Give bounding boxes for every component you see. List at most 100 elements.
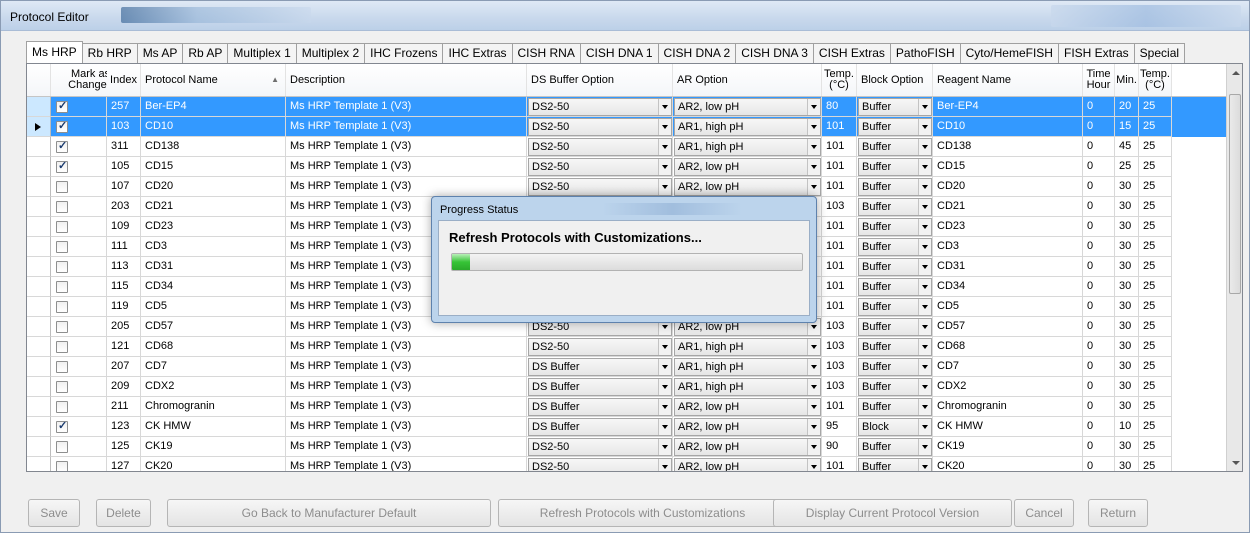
ar-option-dropdown[interactable]: AR2, low pH	[674, 418, 821, 436]
dropdown-arrow-icon[interactable]	[807, 99, 820, 115]
col-description[interactable]: Description	[286, 64, 527, 96]
block-option-dropdown[interactable]: Buffer	[858, 438, 932, 456]
tab-rb-ap[interactable]: Rb AP	[182, 43, 229, 63]
block-option-dropdown[interactable]: Buffer	[858, 458, 932, 471]
dropdown-arrow-icon[interactable]	[918, 119, 931, 135]
tab-cish-rna[interactable]: CISH RNA	[511, 43, 581, 63]
ds-option-dropdown[interactable]: DS2-50	[528, 178, 672, 196]
row-header[interactable]	[27, 437, 51, 457]
tab-cish-extras[interactable]: CISH Extras	[812, 43, 891, 63]
row-header[interactable]	[27, 217, 51, 237]
mark-changed-checkbox[interactable]	[56, 221, 68, 233]
ds-option-dropdown[interactable]: DS2-50	[528, 138, 672, 156]
return-button[interactable]: Return	[1088, 499, 1148, 527]
scroll-thumb[interactable]	[1229, 94, 1241, 294]
row-header[interactable]	[27, 357, 51, 377]
col-temp[interactable]: Temp. (°C)	[822, 64, 857, 96]
dropdown-arrow-icon[interactable]	[658, 99, 671, 115]
row-header[interactable]	[27, 457, 51, 471]
table-row[interactable]: 123CK HMWMs HRP Template 1 (V3)95CK HMW0…	[27, 417, 1226, 437]
ds-option-dropdown[interactable]: DS2-50	[528, 438, 672, 456]
mark-changed-checkbox[interactable]	[56, 261, 68, 273]
ds-option-dropdown[interactable]: DS2-50	[528, 338, 672, 356]
block-option-dropdown[interactable]: Buffer	[858, 398, 932, 416]
row-header[interactable]	[27, 237, 51, 257]
block-option-dropdown[interactable]: Buffer	[858, 198, 932, 216]
ar-option-dropdown[interactable]: AR2, low pH	[674, 158, 821, 176]
dropdown-arrow-icon[interactable]	[807, 459, 820, 471]
table-row[interactable]: 125 CK19 Ms HRP Template 1 (V3) 90 CK19 0 30 25…	[27, 437, 1226, 457]
block-option-dropdown[interactable]: Buffer	[858, 178, 932, 196]
cancel-button[interactable]: Cancel	[1014, 499, 1074, 527]
dropdown-arrow-icon[interactable]	[918, 239, 931, 255]
dropdown-arrow-icon[interactable]	[807, 419, 820, 435]
dropdown-arrow-icon[interactable]	[918, 439, 931, 455]
table-row[interactable]: 207 CD7 Ms HRP Template 1 (V3) 103 CD7 0 30 25 D…	[27, 357, 1226, 377]
ar-option-dropdown[interactable]: AR2, low pH	[674, 398, 821, 416]
mark-changed-checkbox[interactable]	[56, 381, 68, 393]
dropdown-arrow-icon[interactable]	[918, 399, 931, 415]
dropdown-arrow-icon[interactable]	[918, 159, 931, 175]
col-block-option[interactable]: Block Option	[857, 64, 933, 96]
dropdown-arrow-icon[interactable]	[918, 199, 931, 215]
save-button[interactable]: Save	[28, 499, 80, 527]
row-header[interactable]	[27, 317, 51, 337]
current-row-indicator-icon[interactable]	[27, 117, 51, 137]
dropdown-arrow-icon[interactable]	[807, 119, 820, 135]
table-row[interactable]: 105CD15Ms HRP Template 1 (V3)101CD150252…	[27, 157, 1226, 177]
block-option-dropdown[interactable]: Buffer	[858, 218, 932, 236]
mark-changed-checkbox[interactable]	[56, 361, 68, 373]
scroll-down-icon[interactable]	[1232, 461, 1240, 465]
dropdown-arrow-icon[interactable]	[658, 439, 671, 455]
dropdown-arrow-icon[interactable]	[658, 139, 671, 155]
row-header[interactable]	[27, 337, 51, 357]
mark-changed-checkbox[interactable]	[56, 99, 68, 113]
mark-changed-checkbox[interactable]	[56, 419, 68, 433]
ds-option-dropdown[interactable]: DS2-50	[528, 118, 672, 136]
dropdown-arrow-icon[interactable]	[918, 319, 931, 335]
go-back-to-default-button[interactable]: Go Back to Manufacturer Default	[167, 499, 491, 527]
dropdown-arrow-icon[interactable]	[807, 399, 820, 415]
col-ar-option[interactable]: AR Option	[673, 64, 822, 96]
block-option-dropdown[interactable]: Buffer	[858, 138, 932, 156]
dropdown-arrow-icon[interactable]	[658, 339, 671, 355]
display-protocol-version-button[interactable]: Display Current Protocol Version	[773, 499, 1012, 527]
block-option-dropdown[interactable]: Buffer	[858, 258, 932, 276]
tab-cyto-hemefish[interactable]: Cyto/HemeFISH	[959, 43, 1059, 63]
col-ds-buffer-option[interactable]: DS Buffer Option	[527, 64, 673, 96]
scroll-up-icon[interactable]	[1232, 71, 1240, 75]
row-header[interactable]	[27, 377, 51, 397]
tab-cish-dna-1[interactable]: CISH DNA 1	[579, 43, 659, 63]
mark-changed-checkbox[interactable]	[56, 321, 68, 333]
row-header[interactable]	[27, 157, 51, 177]
block-option-dropdown[interactable]: Buffer	[858, 298, 932, 316]
row-header[interactable]	[27, 197, 51, 217]
row-header[interactable]	[27, 397, 51, 417]
table-row[interactable]: 257Ber-EP4Ms HRP Template 1 (V3)80Ber-EP…	[27, 97, 1226, 117]
col-protocol-name[interactable]: Protocol Name ▲	[141, 64, 286, 96]
ar-option-dropdown[interactable]: AR2, low pH	[674, 178, 821, 196]
dropdown-arrow-icon[interactable]	[807, 159, 820, 175]
mark-changed-checkbox[interactable]	[56, 461, 68, 471]
ds-option-dropdown[interactable]: DS2-50	[528, 458, 672, 471]
mark-changed-checkbox[interactable]	[56, 301, 68, 313]
ds-option-dropdown[interactable]: DS Buffer	[528, 398, 672, 416]
ar-option-dropdown[interactable]: AR1, high pH	[674, 358, 821, 376]
block-option-dropdown[interactable]: Buffer	[858, 358, 932, 376]
dropdown-arrow-icon[interactable]	[918, 259, 931, 275]
dropdown-arrow-icon[interactable]	[658, 459, 671, 471]
row-header[interactable]	[27, 417, 51, 437]
row-header[interactable]	[27, 277, 51, 297]
dropdown-arrow-icon[interactable]	[807, 439, 820, 455]
dropdown-arrow-icon[interactable]	[918, 139, 931, 155]
dropdown-arrow-icon[interactable]	[807, 339, 820, 355]
dropdown-arrow-icon[interactable]	[807, 139, 820, 155]
dropdown-arrow-icon[interactable]	[658, 379, 671, 395]
vertical-scrollbar[interactable]	[1226, 64, 1242, 471]
dropdown-arrow-icon[interactable]	[807, 359, 820, 375]
tab-ihc-frozens[interactable]: IHC Frozens	[364, 43, 444, 63]
mark-changed-checkbox[interactable]	[56, 201, 68, 213]
mark-changed-checkbox[interactable]	[56, 181, 68, 193]
dropdown-arrow-icon[interactable]	[807, 179, 820, 195]
dropdown-arrow-icon[interactable]	[918, 359, 931, 375]
